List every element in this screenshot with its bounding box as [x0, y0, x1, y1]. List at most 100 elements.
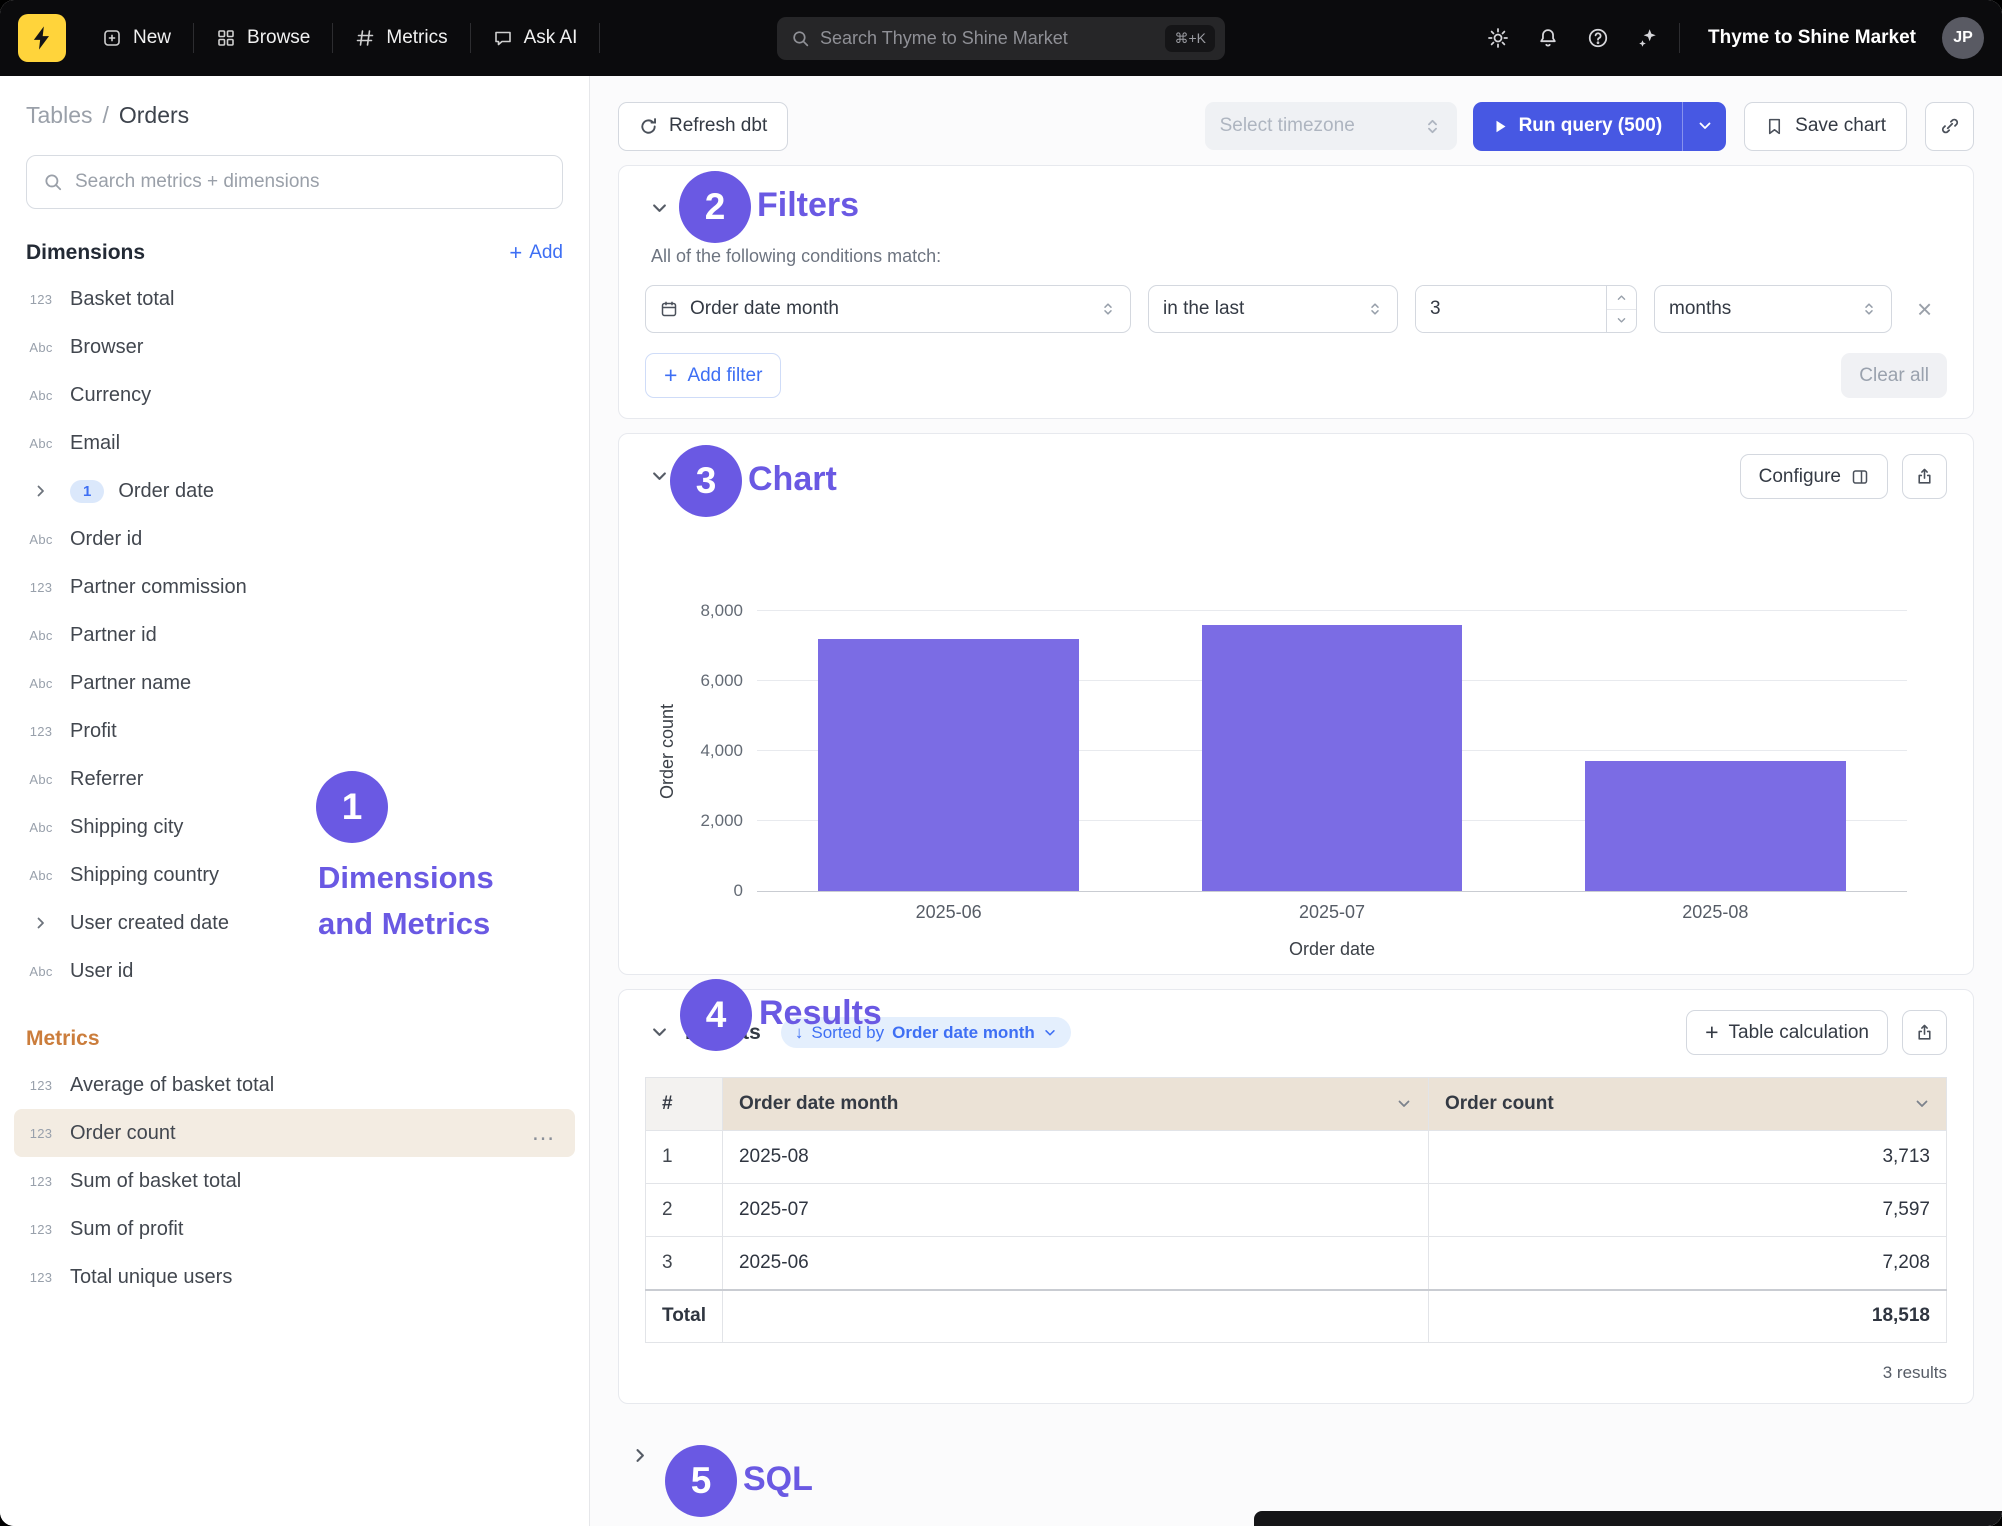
- chevron-right-icon[interactable]: [26, 915, 56, 931]
- column-header-order-count[interactable]: Order count: [1428, 1078, 1946, 1131]
- order-count-cell[interactable]: 7,208: [1428, 1237, 1946, 1290]
- explore-sidebar: Tables / Orders Dimensions +Add 123Baske…: [0, 76, 590, 1526]
- chevron-right-icon: [631, 1446, 650, 1465]
- text-type-icon: Abc: [26, 772, 56, 787]
- expand-sql-chevron[interactable]: [626, 1441, 654, 1469]
- sidebar-item-shipping-country[interactable]: Abc Shipping country: [14, 851, 575, 899]
- results-count: 3 results: [645, 1363, 1947, 1383]
- sidebar-item-basket-total[interactable]: 123Basket total: [14, 275, 575, 323]
- sql-section-header[interactable]: [618, 1430, 1974, 1480]
- export-results-button[interactable]: [1902, 1010, 1947, 1055]
- order-date-month-cell[interactable]: 2025-06: [722, 1237, 1428, 1290]
- sidebar-search[interactable]: [26, 155, 563, 209]
- chevron-down-icon[interactable]: [1914, 1096, 1930, 1112]
- remove-filter-button[interactable]: ×: [1911, 294, 1938, 325]
- nav-metrics-button[interactable]: Metrics: [335, 16, 467, 60]
- sidebar-item-order-count[interactable]: 123Order count…: [14, 1109, 575, 1157]
- run-query-button[interactable]: Run query (500): [1473, 102, 1727, 151]
- table-calculation-button[interactable]: + Table calculation: [1686, 1010, 1888, 1055]
- collapse-filters-chevron[interactable]: [645, 194, 673, 222]
- sidebar-item-sum-of-basket-total[interactable]: 123Sum of basket total: [14, 1157, 575, 1205]
- collapse-results-chevron[interactable]: [645, 1019, 673, 1047]
- bar-2025-06[interactable]: [818, 639, 1079, 891]
- number-type-icon: 123: [26, 1126, 56, 1141]
- order-count-cell[interactable]: 3,713: [1428, 1131, 1946, 1184]
- y-axis-title: Order count: [657, 611, 678, 891]
- sorted-by-badge[interactable]: ↓ Sorted by Order date month: [781, 1017, 1071, 1048]
- filter-operator-select[interactable]: in the last: [1148, 285, 1398, 333]
- bar-2025-08[interactable]: [1585, 761, 1846, 891]
- filter-field-select[interactable]: Order date month: [645, 285, 1131, 333]
- sidebar-search-input[interactable]: [75, 171, 546, 193]
- order-date-month-cell[interactable]: 2025-07: [722, 1184, 1428, 1237]
- clear-all-filters-button[interactable]: Clear all: [1841, 353, 1947, 398]
- bar-2025-07[interactable]: [1202, 625, 1463, 891]
- settings-button[interactable]: [1477, 17, 1519, 59]
- order-date-month-cell[interactable]: 2025-08: [722, 1131, 1428, 1184]
- chevron-right-icon[interactable]: [26, 483, 56, 499]
- filter-unit-select[interactable]: months: [1654, 285, 1892, 333]
- column-header-order-date-month[interactable]: Order date month: [722, 1078, 1428, 1131]
- notifications-button[interactable]: [1527, 17, 1569, 59]
- nav-browse-button[interactable]: Browse: [196, 16, 330, 60]
- sidebar-item-partner-id[interactable]: AbcPartner id: [14, 611, 575, 659]
- app-logo[interactable]: [18, 14, 66, 62]
- sidebar-item-user-id[interactable]: AbcUser id: [14, 947, 575, 995]
- global-search-input[interactable]: [820, 28, 1155, 49]
- chevron-down-icon[interactable]: [1396, 1096, 1412, 1112]
- chevron-down-icon: [650, 1023, 669, 1042]
- org-name-menu[interactable]: Thyme to Shine Market: [1690, 27, 1934, 49]
- order-count-cell[interactable]: 7,597: [1428, 1184, 1946, 1237]
- run-query-dropdown-button[interactable]: [1682, 102, 1726, 151]
- breadcrumb-tables[interactable]: Tables: [26, 102, 92, 129]
- filter-value-field[interactable]: [1416, 286, 1606, 332]
- top-navbar: New Browse Metrics Ask AI ⌘+K: [0, 0, 2002, 76]
- sidebar-item-user-created-date[interactable]: User created date: [14, 899, 575, 947]
- sidebar-item-browser[interactable]: AbcBrowser: [14, 323, 575, 371]
- user-avatar[interactable]: JP: [1942, 17, 1984, 59]
- filter-value-input[interactable]: [1415, 285, 1637, 333]
- sidebar-item-label: Basket total: [70, 288, 175, 311]
- increment-button[interactable]: [1607, 286, 1636, 309]
- sidebar-item-average-of-basket-total[interactable]: 123Average of basket total: [14, 1061, 575, 1109]
- x-tick-label: 2025-08: [1524, 902, 1907, 923]
- sidebar-item-currency[interactable]: AbcCurrency: [14, 371, 575, 419]
- column-header-index: #: [646, 1078, 723, 1131]
- nav-new-button[interactable]: New: [82, 16, 191, 60]
- decrement-button[interactable]: [1607, 309, 1636, 333]
- share-link-button[interactable]: [1925, 102, 1974, 151]
- sidebar-item-referrer[interactable]: AbcReferrer: [14, 755, 575, 803]
- chevron-down-icon: [1697, 118, 1713, 134]
- hash-icon: [355, 28, 375, 48]
- export-chart-button[interactable]: [1902, 454, 1947, 499]
- timezone-select[interactable]: Select timezone: [1205, 102, 1457, 150]
- ai-sparkles-button[interactable]: [1627, 17, 1669, 59]
- sidebar-item-email[interactable]: AbcEmail: [14, 419, 575, 467]
- chevron-down-icon: [650, 467, 669, 486]
- sidebar-item-sum-of-profit[interactable]: 123Sum of profit: [14, 1205, 575, 1253]
- configure-chart-button[interactable]: Configure: [1740, 454, 1888, 499]
- sidebar-item-partner-name[interactable]: AbcPartner name: [14, 659, 575, 707]
- sidebar-item-profit[interactable]: 123Profit: [14, 707, 575, 755]
- panel-icon: [1851, 468, 1869, 486]
- nav-ask-ai-button[interactable]: Ask AI: [473, 16, 598, 60]
- collapse-chart-chevron[interactable]: [645, 463, 673, 491]
- sidebar-item-label: User id: [70, 960, 133, 983]
- text-type-icon: Abc: [26, 868, 56, 883]
- sidebar-item-shipping-city[interactable]: AbcShipping city: [14, 803, 575, 851]
- sidebar-item-label: Shipping country: [70, 864, 219, 887]
- save-chart-button[interactable]: Save chart: [1744, 102, 1907, 151]
- sidebar-item-order-id[interactable]: AbcOrder id: [14, 515, 575, 563]
- plus-icon: +: [664, 364, 677, 387]
- add-filter-button[interactable]: +Add filter: [645, 353, 781, 398]
- sidebar-item-total-unique-users[interactable]: 123Total unique users: [14, 1253, 575, 1301]
- sidebar-item-partner-commission[interactable]: 123Partner commission: [14, 563, 575, 611]
- sidebar-item-order-date[interactable]: 1Order date: [14, 467, 575, 515]
- refresh-dbt-button[interactable]: Refresh dbt: [618, 102, 788, 151]
- add-dimension-button[interactable]: +Add: [509, 242, 563, 264]
- sql-panel-collapsed[interactable]: [1254, 1511, 2002, 1526]
- help-button[interactable]: [1577, 17, 1619, 59]
- number-type-icon: 123: [26, 724, 56, 739]
- global-search[interactable]: ⌘+K: [777, 17, 1225, 60]
- y-tick-label: 6,000: [700, 671, 743, 691]
